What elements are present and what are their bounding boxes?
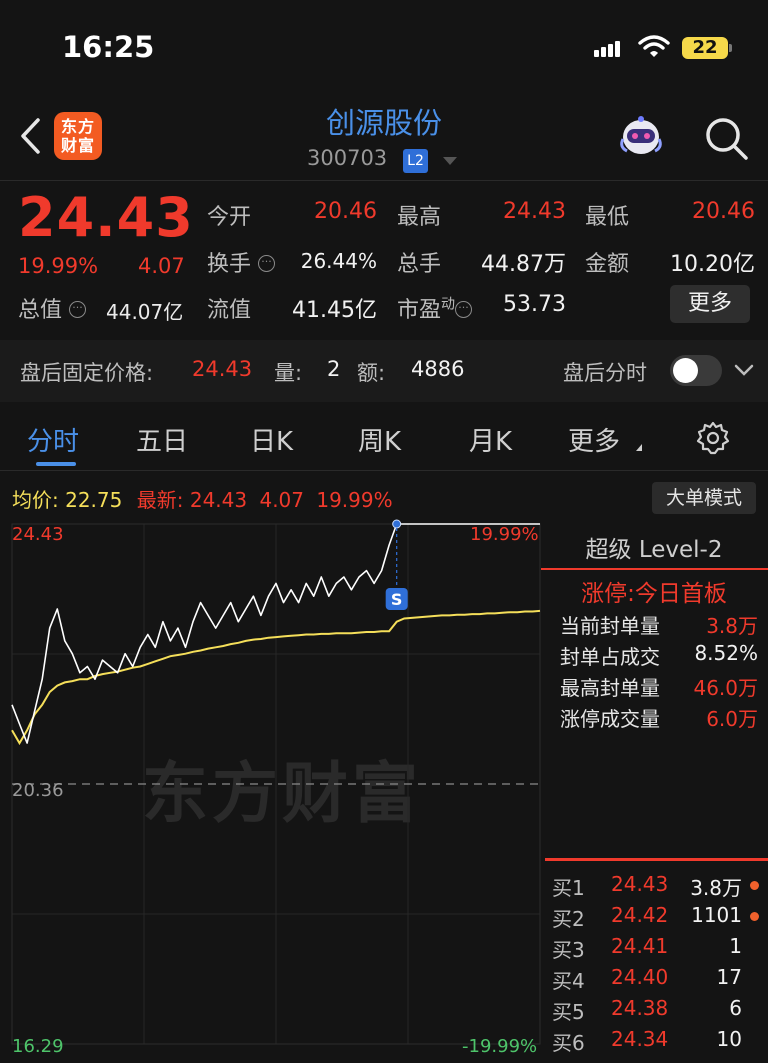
market-cap-label: 总值 ··· bbox=[18, 292, 87, 324]
limit-hit-point bbox=[392, 519, 402, 529]
info-icon[interactable]: ··· bbox=[258, 255, 276, 272]
more-quote-button[interactable]: 更多 bbox=[670, 285, 750, 323]
y-min-label: 16.29 bbox=[12, 1036, 64, 1057]
tab-weekly-k[interactable]: 周K bbox=[358, 421, 401, 458]
order-book-divider bbox=[545, 858, 768, 861]
info-icon[interactable]: ··· bbox=[69, 301, 87, 318]
order-dot-icon bbox=[750, 881, 759, 890]
low-label: 最低 bbox=[585, 205, 630, 230]
amount-label: 金额 bbox=[585, 252, 630, 277]
open-value: 20.46 bbox=[314, 199, 377, 224]
status-time: 16:25 bbox=[62, 30, 155, 64]
battery-cap bbox=[729, 44, 732, 52]
after-hours-amount-label: 额: bbox=[357, 361, 386, 385]
pct-max-label: 19.99% bbox=[470, 524, 539, 545]
current-price: 24.43 bbox=[18, 186, 194, 249]
order-book-row[interactable]: 买3 24.41 1 bbox=[550, 934, 768, 964]
limit-marker-label: S bbox=[391, 590, 403, 609]
open-label: 今开 bbox=[207, 205, 252, 230]
level2-row: 当前封单量 3.8万 bbox=[560, 614, 758, 638]
gear-icon[interactable] bbox=[695, 420, 731, 460]
after-hours-volume-label: 量: bbox=[274, 361, 303, 385]
level2-row: 封单占成交 8.52% bbox=[560, 641, 758, 669]
battery-icon: 22 bbox=[682, 37, 728, 59]
after-hours-timeshare-label: 盘后分时 bbox=[563, 361, 647, 385]
pe-value: 53.73 bbox=[503, 292, 566, 317]
volume-value: 44.87万 bbox=[481, 252, 566, 277]
market-cap-value: 44.07亿 bbox=[106, 300, 184, 324]
intraday-chart[interactable]: S bbox=[0, 518, 545, 1063]
high-value: 24.43 bbox=[503, 199, 566, 224]
stock-code: 300703 bbox=[307, 146, 388, 170]
divider bbox=[541, 568, 768, 570]
caret-down-icon[interactable] bbox=[443, 157, 457, 165]
latest-percent: 19.99% bbox=[316, 488, 393, 512]
level2-title: 超级 Level-2 bbox=[585, 537, 723, 563]
caret-icon bbox=[636, 444, 642, 451]
turnover-value: 26.44% bbox=[300, 249, 377, 273]
tab-timeshare[interactable]: 分时 bbox=[27, 421, 79, 458]
avg-price-label: 均价: bbox=[12, 488, 59, 512]
change-percent: 19.99% bbox=[18, 254, 99, 278]
low-value: 20.46 bbox=[692, 199, 755, 224]
big-order-mode-button[interactable]: 大单模式 bbox=[652, 482, 756, 514]
tab-daily-k[interactable]: 日K bbox=[250, 421, 293, 458]
y-max-label: 24.43 bbox=[12, 524, 64, 545]
pct-min-label: -19.99% bbox=[462, 1036, 538, 1057]
latest-price: 24.43 bbox=[189, 488, 248, 512]
limit-up-status: 涨停:今日首板 bbox=[581, 581, 727, 607]
after-hours-volume: 2 bbox=[327, 357, 341, 381]
order-book-row[interactable]: 买5 24.38 6 bbox=[550, 996, 768, 1026]
search-icon[interactable] bbox=[702, 114, 750, 166]
tab-active-indicator bbox=[36, 462, 76, 466]
y-mid-label: 20.36 bbox=[12, 780, 64, 801]
after-hours-amount: 4886 bbox=[411, 357, 465, 381]
change-amount: 4.07 bbox=[138, 254, 185, 278]
toggle-knob[interactable] bbox=[673, 358, 698, 383]
order-book-row[interactable]: 买2 24.42 1101 bbox=[550, 903, 768, 933]
chart-header-line: 均价: 22.75 最新: 24.43 4.07 19.99% bbox=[12, 484, 393, 513]
info-icon[interactable]: ··· bbox=[455, 301, 473, 318]
latest-change: 4.07 bbox=[259, 488, 304, 512]
amount-value: 10.20亿 bbox=[670, 252, 755, 277]
pe-label: 市盈动 ··· bbox=[397, 292, 473, 324]
level2-row: 最高封单量 46.0万 bbox=[560, 676, 758, 700]
float-cap-label: 流值 bbox=[207, 298, 252, 323]
chevron-down-icon[interactable] bbox=[734, 362, 754, 381]
order-dot-icon bbox=[750, 912, 759, 921]
avg-price-value: 22.75 bbox=[65, 488, 123, 512]
float-cap-value: 41.45亿 bbox=[292, 298, 377, 323]
order-book-row[interactable]: 买6 24.34 10 bbox=[550, 1027, 768, 1057]
level2-badge[interactable]: L2 bbox=[403, 149, 428, 173]
after-hours-price: 24.43 bbox=[192, 357, 253, 381]
order-book-row[interactable]: 买4 24.40 17 bbox=[550, 965, 768, 995]
tab-five-day[interactable]: 五日 bbox=[136, 421, 188, 458]
tab-more[interactable]: 更多 bbox=[568, 421, 620, 458]
wifi-icon bbox=[638, 34, 670, 62]
after-hours-label: 盘后固定价格: bbox=[20, 361, 154, 385]
latest-label: 最新: bbox=[136, 488, 184, 512]
tab-monthly-k[interactable]: 月K bbox=[469, 421, 512, 458]
order-book-row[interactable]: 买1 24.43 3.8万 bbox=[550, 872, 768, 902]
cellular-signal-icon bbox=[594, 38, 622, 57]
turnover-label: 换手 ··· bbox=[207, 246, 276, 278]
high-label: 最高 bbox=[397, 205, 442, 230]
volume-label: 总手 bbox=[397, 252, 442, 277]
robot-assistant-icon[interactable] bbox=[617, 113, 665, 165]
level2-row: 涨停成交量 6.0万 bbox=[560, 707, 758, 731]
chart-grid bbox=[11, 523, 541, 1045]
